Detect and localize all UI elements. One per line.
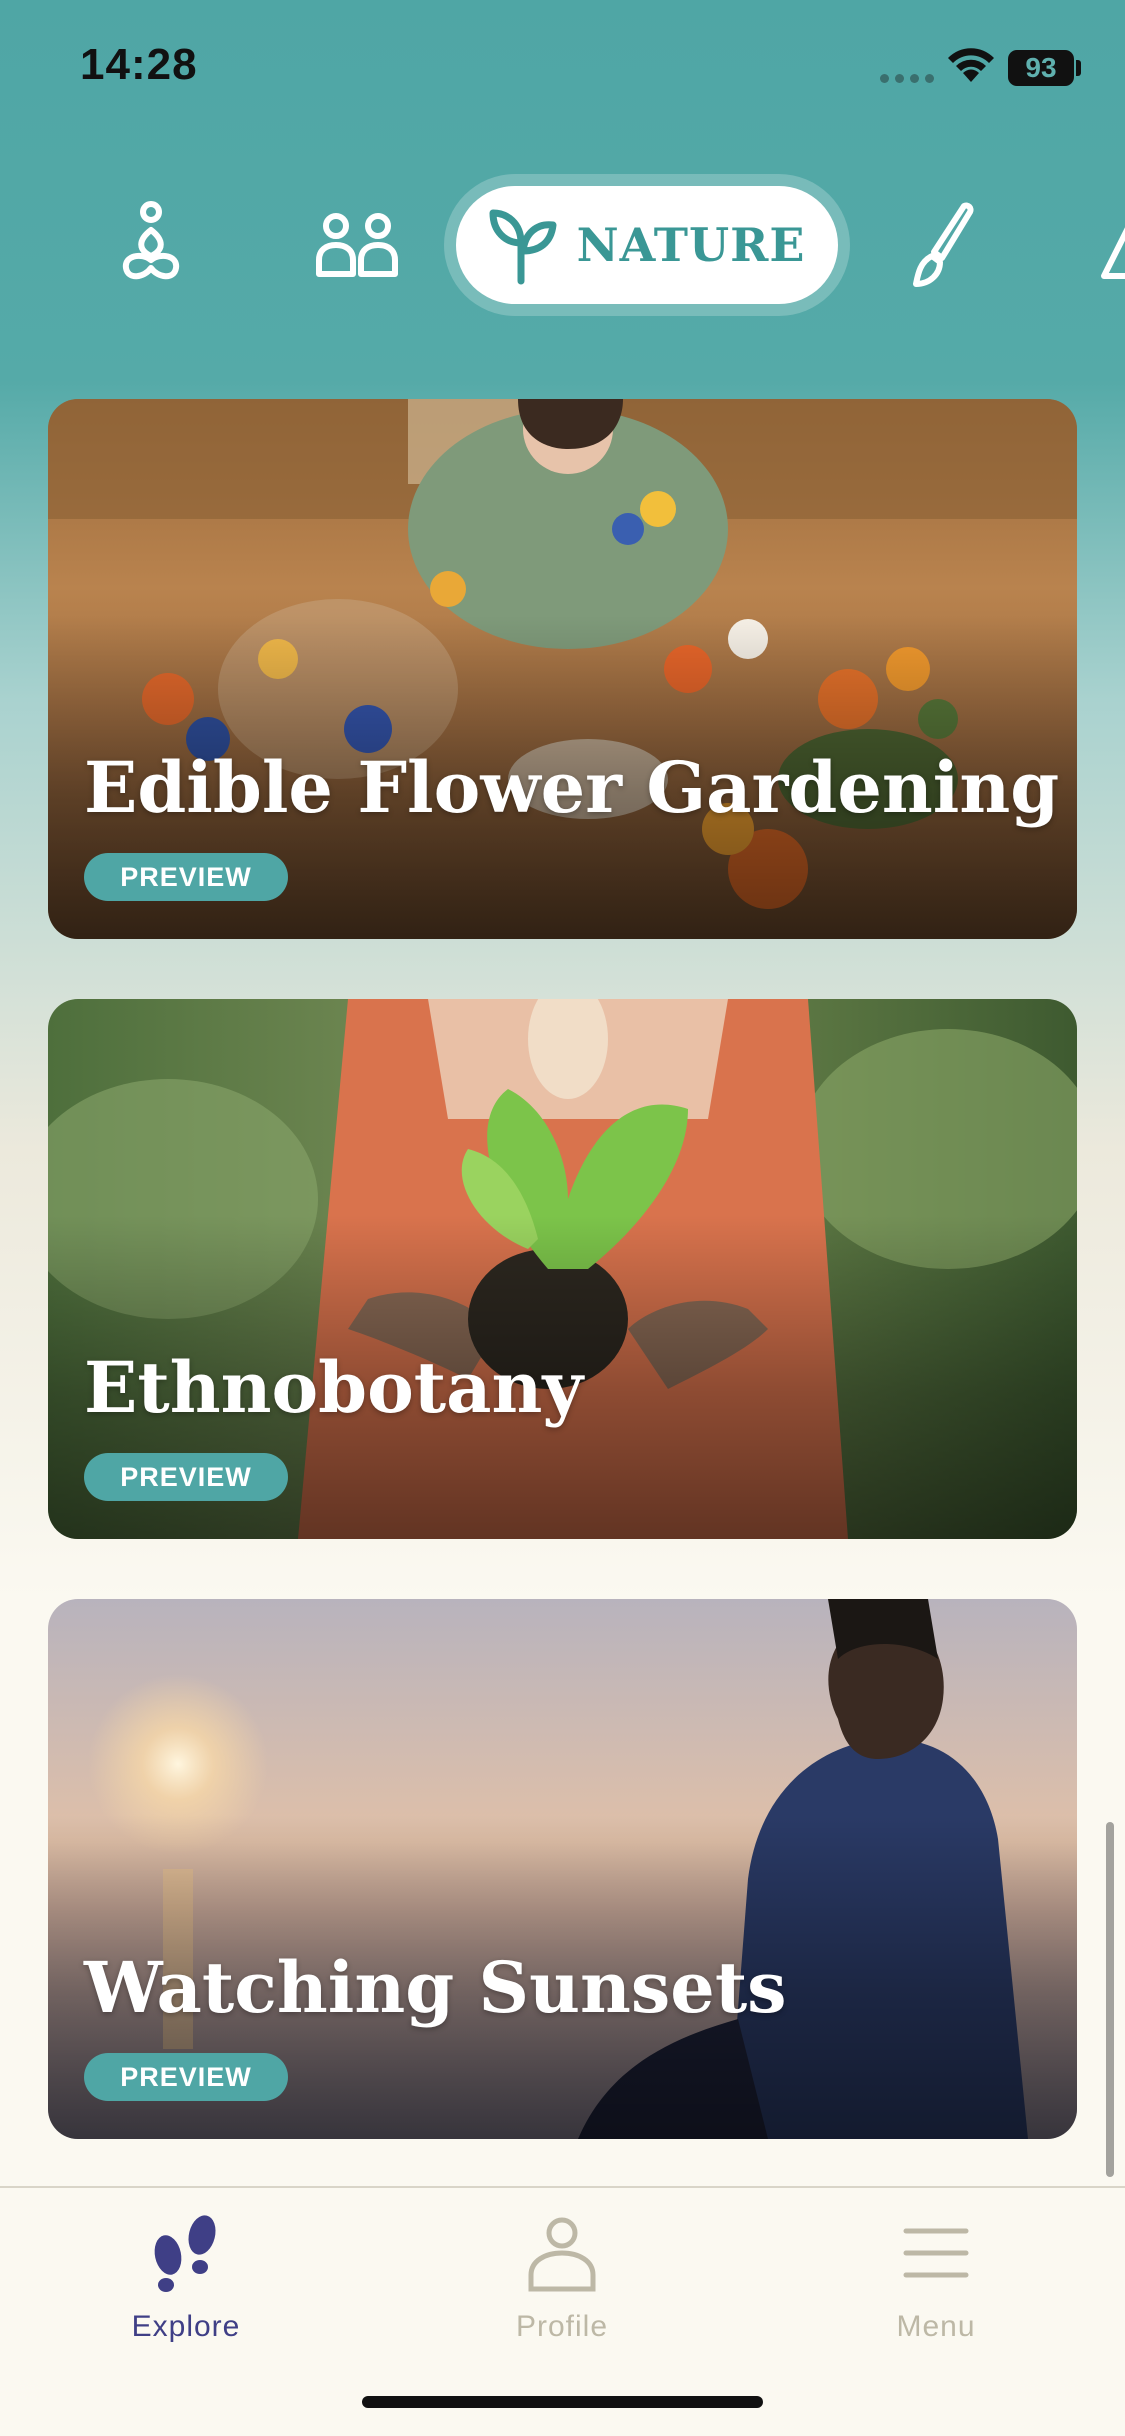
tab-nature[interactable]: NATURE bbox=[444, 174, 850, 316]
status-time: 14:28 bbox=[80, 40, 198, 89]
card-title: Watching Sunsets bbox=[84, 1946, 787, 2029]
scrollbar[interactable] bbox=[1106, 1822, 1114, 2177]
nav-profile-label: Profile bbox=[515, 2310, 609, 2343]
active-category-label: NATURE bbox=[576, 218, 806, 272]
person-icon bbox=[517, 2208, 607, 2298]
nav-explore[interactable]: Explore bbox=[76, 2208, 296, 2358]
nav-explore-label: Explore bbox=[131, 2310, 241, 2343]
card-title: Ethnobotany bbox=[84, 1346, 584, 1429]
nav-menu-label: Menu bbox=[896, 2310, 976, 2343]
meditation-icon[interactable] bbox=[106, 200, 196, 290]
nav-profile[interactable]: Profile bbox=[452, 2208, 672, 2358]
battery-tip bbox=[1076, 60, 1081, 76]
preview-badge: PREVIEW bbox=[84, 853, 288, 901]
cellular-signal-icon bbox=[880, 74, 934, 83]
card-title: Edible Flower Gardening bbox=[84, 746, 1060, 829]
home-indicator[interactable] bbox=[362, 2396, 763, 2408]
hamburger-icon bbox=[891, 2208, 981, 2298]
course-card-ethnobotany[interactable]: Ethnobotany PREVIEW bbox=[48, 999, 1077, 1539]
battery-indicator: 93 bbox=[1008, 50, 1074, 86]
people-icon[interactable] bbox=[312, 200, 402, 290]
wifi-icon bbox=[948, 48, 994, 82]
sprout-icon bbox=[489, 209, 557, 285]
status-bar: 14:28 93 bbox=[0, 0, 1125, 130]
footprints-icon bbox=[141, 2208, 231, 2298]
nav-menu[interactable]: Menu bbox=[826, 2208, 1046, 2358]
course-card-edible-flower-gardening[interactable]: Edible Flower Gardening PREVIEW bbox=[48, 399, 1077, 939]
category-tabs: NATURE bbox=[0, 170, 1125, 320]
preview-badge: PREVIEW bbox=[84, 2053, 288, 2101]
course-card-watching-sunsets[interactable]: Watching Sunsets PREVIEW bbox=[48, 1599, 1077, 2139]
preview-badge: PREVIEW bbox=[84, 1453, 288, 1501]
triangle-icon[interactable] bbox=[1090, 200, 1125, 290]
active-category-pill[interactable]: NATURE bbox=[456, 186, 838, 304]
paintbrush-icon[interactable] bbox=[896, 200, 986, 290]
